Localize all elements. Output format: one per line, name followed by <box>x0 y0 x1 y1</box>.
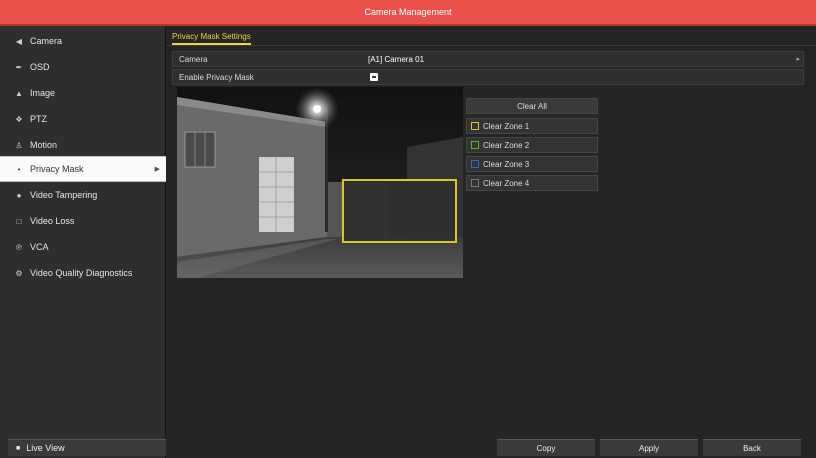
clear-zone-3-label: Clear Zone 3 <box>483 159 530 169</box>
zone-3-swatch <box>471 160 479 168</box>
ptz-icon: ❖ <box>15 114 23 124</box>
privacy-mask-zone[interactable] <box>342 179 457 243</box>
sidebar-item-label: VCA <box>30 242 49 252</box>
tab-bar: Privacy Mask Settings <box>166 26 816 46</box>
vca-icon: ℗ <box>16 242 22 252</box>
apply-button-label: Apply <box>638 443 659 453</box>
live-view-button[interactable]: ■ Live View <box>8 439 166 456</box>
enable-privacy-mask-label: Enable Privacy Mask <box>179 72 254 82</box>
clear-zone-3-button[interactable]: Clear Zone 3 <box>466 156 598 172</box>
clear-all-button[interactable]: Clear All <box>466 98 598 114</box>
live-view-icon: ■ <box>16 444 21 452</box>
copy-button-label: Copy <box>536 443 556 453</box>
sidebar-item-privacy-mask[interactable]: • Privacy Mask ▶ <box>0 156 166 182</box>
sidebar-item-label: Video Quality Diagnostics <box>30 268 133 278</box>
clear-zone-2-button[interactable]: Clear Zone 2 <box>466 137 598 153</box>
sidebar-item-video-loss[interactable]: □ Video Loss <box>0 208 166 234</box>
clear-zone-1-button[interactable]: Clear Zone 1 <box>466 118 598 134</box>
apply-button[interactable]: Apply <box>600 439 698 456</box>
zone-4-swatch <box>471 179 479 187</box>
sidebar-item-ptz[interactable]: ❖ PTZ <box>0 106 166 132</box>
tampering-icon: ● <box>16 190 22 200</box>
back-button[interactable]: Back <box>703 439 801 456</box>
zone-2-swatch <box>471 141 479 149</box>
image-icon: ▲ <box>15 88 23 98</box>
sidebar-item-camera[interactable]: ◀ Camera <box>0 28 166 54</box>
camera-row: Camera [A1] Camera 01 ▸ <box>172 51 804 67</box>
clear-zone-4-label: Clear Zone 4 <box>483 178 530 188</box>
sidebar-item-vca[interactable]: ℗ VCA <box>0 234 166 260</box>
sidebar-item-video-quality-diagnostics[interactable]: ⚙ Video Quality Diagnostics <box>0 260 166 286</box>
clear-all-label: Clear All <box>517 101 547 111</box>
sidebar-item-video-tampering[interactable]: ● Video Tampering <box>0 182 166 208</box>
camera-select[interactable]: [A1] Camera 01 <box>368 55 424 64</box>
sidebar-item-osd[interactable]: ✒ OSD <box>0 54 166 80</box>
enable-privacy-mask-checkbox[interactable] <box>370 73 378 81</box>
back-button-label: Back <box>743 443 761 453</box>
tab-privacy-mask-settings[interactable]: Privacy Mask Settings <box>172 32 251 45</box>
camera-preview[interactable] <box>177 87 463 278</box>
sidebar-item-label: Image <box>30 88 56 98</box>
title-bar: Camera Management <box>0 0 816 26</box>
sidebar-item-label: OSD <box>30 62 50 72</box>
diagnostics-icon: ⚙ <box>15 268 23 278</box>
camera-label: Camera <box>179 54 208 64</box>
clear-zone-2-label: Clear Zone 2 <box>483 140 530 150</box>
camera-icon: ◀ <box>15 36 23 46</box>
main-panel: Privacy Mask Settings Camera [A1] Camera… <box>166 26 816 458</box>
clear-zone-1-label: Clear Zone 1 <box>483 121 530 131</box>
pencil-icon: ✒ <box>15 62 23 72</box>
sidebar-item-label: PTZ <box>30 114 47 124</box>
sidebar-item-motion[interactable]: ♙ Motion <box>0 132 166 158</box>
sidebar-item-label: Motion <box>30 140 58 150</box>
sidebar-item-label: Privacy Mask <box>30 164 84 174</box>
copy-button[interactable]: Copy <box>497 439 595 456</box>
sidebar-item-image[interactable]: ▲ Image <box>0 80 166 106</box>
privacy-mask-icon: • <box>17 164 21 174</box>
live-view-label: Live View <box>26 443 65 453</box>
sidebar-item-label: Video Loss <box>30 216 75 226</box>
window-title: Camera Management <box>364 7 452 17</box>
sidebar-item-label: Video Tampering <box>30 190 98 200</box>
sidebar-item-label: Camera <box>30 36 63 46</box>
sidebar: ◀ Camera ✒ OSD ▲ Image ❖ PTZ ♙ Motion • … <box>0 26 166 458</box>
motion-icon: ♙ <box>15 140 23 150</box>
chevron-right-icon[interactable]: ▸ <box>796 55 800 63</box>
video-loss-icon: □ <box>16 216 22 226</box>
zone-1-swatch <box>471 122 479 130</box>
enable-privacy-mask-row: Enable Privacy Mask <box>172 69 804 85</box>
chevron-right-icon: ▶ <box>154 166 160 173</box>
clear-zone-4-button[interactable]: Clear Zone 4 <box>466 175 598 191</box>
